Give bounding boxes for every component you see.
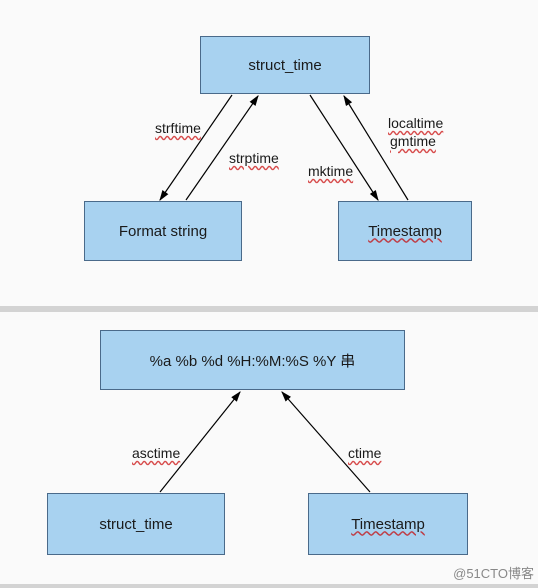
node-label: Timestamp: [368, 223, 442, 240]
node-format-pattern: %a %b %d %H:%M:%S %Y 串: [100, 330, 405, 390]
edge-label-strptime: strptime: [229, 150, 279, 166]
node-struct-time-top: struct_time: [200, 36, 370, 94]
node-label: %a %b %d %H:%M:%S %Y 串: [150, 350, 356, 371]
edge-strftime-arrow: [160, 95, 232, 200]
edge-strptime-arrow: [186, 96, 258, 200]
node-timestamp-top: Timestamp: [338, 201, 472, 261]
edge-label-asctime: asctime: [132, 445, 180, 461]
edge-label-strftime: strftime: [155, 120, 201, 136]
node-label: Format string: [119, 223, 207, 240]
edge-label-gmtime: gmtime: [390, 133, 436, 149]
node-label: struct_time: [99, 516, 172, 533]
diagram-top-panel: struct_time Format string Timestamp strf…: [0, 0, 538, 306]
edge-label-localtime: localtime: [388, 115, 443, 131]
edge-mktime-arrow: [310, 95, 378, 200]
edge-asctime-arrow: [160, 392, 240, 492]
node-label: struct_time: [248, 57, 321, 74]
node-label: Timestamp: [351, 516, 425, 533]
edge-label-ctime: ctime: [348, 445, 381, 461]
diagram-bottom-panel: %a %b %d %H:%M:%S %Y 串 struct_time Times…: [0, 312, 538, 584]
edge-label-mktime: mktime: [308, 163, 353, 179]
edge-ctime-arrow: [282, 392, 370, 492]
node-struct-time-bottom: struct_time: [47, 493, 225, 555]
node-timestamp-bottom: Timestamp: [308, 493, 468, 555]
watermark-text: @51CTO博客: [453, 563, 534, 582]
node-format-string: Format string: [84, 201, 242, 261]
